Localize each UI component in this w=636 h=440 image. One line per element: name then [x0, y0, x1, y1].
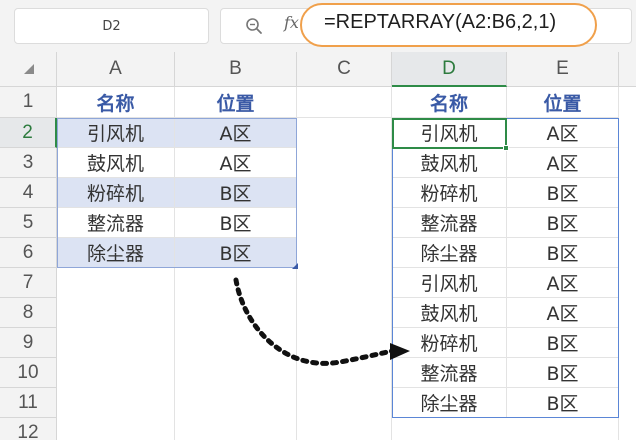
cell-e2[interactable]: A区 [507, 118, 619, 148]
row-header-11[interactable]: 11 [0, 388, 57, 418]
source-range-handle[interactable] [292, 263, 298, 269]
row-header-2[interactable]: 2 [0, 118, 57, 148]
column-b-empty-cells[interactable] [175, 268, 297, 440]
column-header-b[interactable]: B [175, 52, 297, 87]
select-all-corner[interactable] [0, 52, 57, 87]
cell-d4[interactable]: 粉碎机 [392, 178, 507, 208]
row-header-4[interactable]: 4 [0, 178, 57, 208]
column-header-e[interactable]: E [507, 52, 619, 87]
cell-b4[interactable]: B区 [175, 178, 297, 208]
formula-bar-area: D2 fx =REPTARRAY(A2:B6,2,1) [0, 0, 636, 52]
column-header-d[interactable]: D [392, 52, 507, 87]
cell-e10[interactable]: B区 [507, 358, 619, 388]
cell-d9[interactable]: 粉碎机 [392, 328, 507, 358]
cell-e4[interactable]: B区 [507, 178, 619, 208]
cell-d3[interactable]: 鼓风机 [392, 148, 507, 178]
cell-b2[interactable]: A区 [175, 118, 297, 148]
row-header-6[interactable]: 6 [0, 238, 57, 268]
cell-e5[interactable]: B区 [507, 208, 619, 238]
cell-e7[interactable]: A区 [507, 268, 619, 298]
cell-d7[interactable]: 引风机 [392, 268, 507, 298]
column-header-a[interactable]: A [57, 52, 175, 87]
cell-e1[interactable]: 位置 [507, 87, 619, 118]
row-header-5[interactable]: 5 [0, 208, 57, 238]
cell-e11[interactable]: B区 [507, 388, 619, 418]
cell-b6[interactable]: B区 [175, 238, 297, 268]
cell-a3[interactable]: 鼓风机 [57, 148, 175, 178]
cell-a4[interactable]: 粉碎机 [57, 178, 175, 208]
cell-d10[interactable]: 整流器 [392, 358, 507, 388]
cell-b1[interactable]: 位置 [175, 87, 297, 118]
cell-d11[interactable]: 除尘器 [392, 388, 507, 418]
column-header-f[interactable] [619, 52, 636, 87]
cell-e9[interactable]: B区 [507, 328, 619, 358]
fx-icon[interactable]: fx [284, 13, 299, 32]
cell-a2[interactable]: 引风机 [57, 118, 175, 148]
zoom-icon[interactable] [244, 16, 264, 36]
cell-d2[interactable]: 引风机 [392, 118, 507, 148]
cell-d1[interactable]: 名称 [392, 87, 507, 118]
cell-d8[interactable]: 鼓风机 [392, 298, 507, 328]
column-header-c[interactable]: C [297, 52, 392, 87]
cell-e3[interactable]: A区 [507, 148, 619, 178]
select-all-icon [24, 64, 34, 74]
cell-e8[interactable]: A区 [507, 298, 619, 328]
column-a-empty-cells[interactable] [57, 268, 175, 440]
cell-d5[interactable]: 整流器 [392, 208, 507, 238]
row-header-8[interactable]: 8 [0, 298, 57, 328]
cell-a5[interactable]: 整流器 [57, 208, 175, 238]
row-12-empty-cells[interactable] [392, 418, 619, 440]
cell-c1[interactable] [297, 87, 392, 118]
row-header-10[interactable]: 10 [0, 358, 57, 388]
column-c-empty-cells[interactable] [297, 118, 392, 440]
cell-a6[interactable]: 除尘器 [57, 238, 175, 268]
cell-a1[interactable]: 名称 [57, 87, 175, 118]
row-header-1[interactable]: 1 [0, 87, 57, 118]
fill-handle[interactable] [503, 145, 509, 151]
cell-b5[interactable]: B区 [175, 208, 297, 238]
spreadsheet-grid: A B C D E 1 2 3 4 5 6 7 8 9 10 11 12 名称 … [0, 52, 636, 440]
cell-e6[interactable]: B区 [507, 238, 619, 268]
row-header-9[interactable]: 9 [0, 328, 57, 358]
name-box[interactable]: D2 [14, 8, 209, 44]
row-header-12[interactable]: 12 [0, 418, 57, 440]
formula-text[interactable]: =REPTARRAY(A2:B6,2,1) [324, 11, 556, 34]
cell-b3[interactable]: A区 [175, 148, 297, 178]
cell-d6[interactable]: 除尘器 [392, 238, 507, 268]
row-header-3[interactable]: 3 [0, 148, 57, 178]
row-header-7[interactable]: 7 [0, 268, 57, 298]
